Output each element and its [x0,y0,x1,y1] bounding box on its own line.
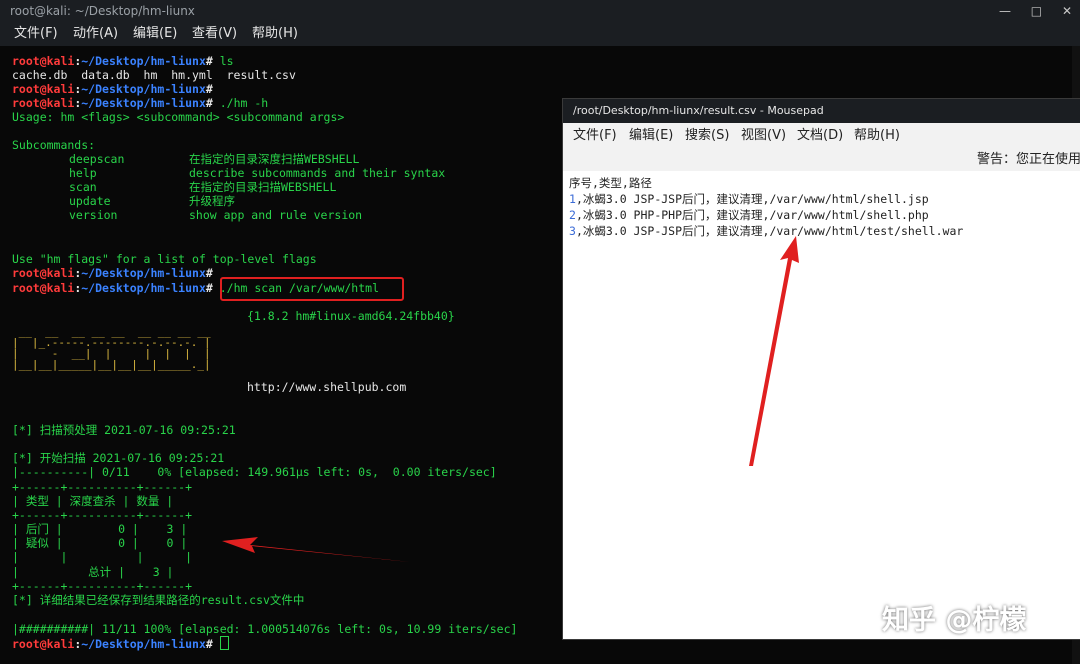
line-text: ,冰蝎3.0 JSP-JSP后门，建议清理,/var/www/html/test… [575,224,964,238]
csv-header-line: 序号,类型,路径 [569,175,652,191]
table-row: | 后门 | 0 | 3 | [12,522,188,536]
prompt-symbol: # [205,266,213,280]
line-number: 2 [569,208,576,222]
line-number: 1 [569,192,576,206]
command-text: ./hm -h [219,96,269,110]
menu-file[interactable]: 文件(F) [14,22,58,46]
table-border: +------+----------+------+ [12,579,193,593]
table-border: +------+----------+------+ [12,480,193,494]
subcommand-desc: 升级程序 [189,194,235,208]
mousepad-menubar: 文件(F) 编辑(E) 搜索(S) 视图(V) 文档(D) 帮助(H) [563,123,1080,149]
prompt-symbol: # [205,637,213,651]
mp-menu-document[interactable]: 文档(D) [797,123,843,149]
prompt-line: root@kali:~/Desktop/hm-liunx# ls [12,54,234,68]
close-icon[interactable]: ✕ [1062,4,1072,18]
mp-menu-search[interactable]: 搜索(S) [685,123,729,149]
prompt-user: root@kali [12,54,75,68]
prompt-path: ~/Desktop/hm-liunx [81,281,206,295]
terminal-menubar: 文件(F) 动作(A) 编辑(E) 查看(V) 帮助(H) [0,22,1080,46]
prompt-line: root@kali:~/Desktop/hm-liunx# [12,82,213,96]
usage-line: Usage: hm <flags> <subcommand> <subcomma… [12,110,345,124]
line-text: ,冰蝎3.0 PHP-PHP后门，建议清理,/var/www/html/shel… [575,208,929,222]
prompt-line: root@kali:~/Desktop/hm-liunx# ./hm -h [12,96,269,110]
prompt-user: root@kali [12,96,75,110]
prompt-user: root@kali [12,266,75,280]
warning-infobar: 警告：您正在使用 [563,149,1080,171]
subcommand-name: update [69,194,111,208]
prompt-symbol: # [205,54,213,68]
mousepad-window: /root/Desktop/hm-liunx/result.csv - Mous… [562,98,1080,640]
menu-view[interactable]: 查看(V) [192,22,237,46]
mp-menu-help[interactable]: 帮助(H) [854,123,900,149]
progress-start: |----------| 0/11 0% [elapsed: 149.961µs… [12,465,497,479]
window-controls: — □ ✕ [983,0,1072,22]
terminal-titlebar: root@kali: ~/Desktop/hm-liunx — □ ✕ [0,0,1080,22]
prompt-user: root@kali [12,637,75,651]
mousepad-titlebar: /root/Desktop/hm-liunx/result.csv - Mous… [563,99,1080,123]
prompt-path: ~/Desktop/hm-liunx [81,96,206,110]
hm-ascii-logo: __ __ __ __ __ __ __ __ __ | |_.-----.--… [12,325,211,371]
shellpub-url: http://www.shellpub.com [247,380,407,394]
csv-line: 1,冰蝎3.0 JSP-JSP后门，建议清理,/var/www/html/she… [569,191,929,207]
zhihu-watermark: 知乎 @柠檬 [882,605,1027,636]
line-text: ,冰蝎3.0 JSP-JSP后门，建议清理,/var/www/html/shel… [575,192,929,206]
version-line: {1.8.2 hm#linux-amd64.24fbb40} [247,309,455,323]
command-highlight-box [220,277,404,301]
mp-menu-edit[interactable]: 编辑(E) [629,123,673,149]
menu-help[interactable]: 帮助(H) [252,22,298,46]
mousepad-title: /root/Desktop/hm-liunx/result.csv - Mous… [573,104,824,117]
table-row: | 疑似 | 0 | 0 | [12,536,188,550]
subcommand-name: help [69,166,97,180]
mp-menu-file[interactable]: 文件(F) [573,123,617,149]
subcommand-desc: describe subcommands and their syntax [189,166,446,180]
preprocess-line: [*] 扫描预处理 2021-07-16 09:25:21 [12,423,236,437]
table-header: | 类型 | 深度查杀 | 数量 | [12,494,174,508]
prompt-line: root@kali:~/Desktop/hm-liunx# [12,636,229,651]
subcommand-name: deepscan [69,152,125,166]
prompt-path: ~/Desktop/hm-liunx [81,266,206,280]
subcommand-desc: 在指定的目录深度扫描WEBSHELL [189,152,360,166]
subcommand-desc: show app and rule version [189,208,363,222]
minimize-icon[interactable]: — [999,4,1011,18]
subcommands-header: Subcommands: [12,138,96,152]
command-text: ls [219,54,234,68]
csv-line: 2,冰蝎3.0 PHP-PHP后门，建议清理,/var/www/html/she… [569,207,929,223]
menu-action[interactable]: 动作(A) [73,22,118,46]
mp-menu-view[interactable]: 视图(V) [741,123,786,149]
prompt-symbol: # [205,281,213,295]
line-text: 序号,类型,路径 [569,176,652,190]
table-border: +------+----------+------+ [12,508,193,522]
subcommand-name: scan [69,180,97,194]
prompt-user: root@kali [12,281,75,295]
prompt-user: root@kali [12,82,75,96]
table-total-row: | 总计 | 3 | [12,565,174,579]
progress-end: |##########| 11/11 100% [elapsed: 1.0005… [12,622,518,636]
prompt-path: ~/Desktop/hm-liunx [81,54,206,68]
subcommand-desc: 在指定的目录扫描WEBSHELL [189,180,337,194]
line-number: 3 [569,224,576,238]
flags-hint: Use "hm flags" for a list of top-level f… [12,252,317,266]
start-line: [*] 开始扫描 2021-07-16 09:25:21 [12,451,225,465]
maximize-icon[interactable]: □ [1031,4,1042,18]
csv-line: 3,冰蝎3.0 JSP-JSP后门，建议清理,/var/www/html/tes… [569,223,963,239]
table-blank-row: | | | | [12,550,193,564]
saved-line: [*] 详细结果已经保存到结果路径的result.csv文件中 [12,593,305,607]
terminal-title: root@kali: ~/Desktop/hm-liunx [10,4,195,18]
prompt-symbol: # [205,96,213,110]
terminal-cursor [219,636,229,650]
text-editor[interactable]: 序号,类型,路径 1,冰蝎3.0 JSP-JSP后门，建议清理,/var/www… [563,171,1080,639]
prompt-line: root@kali:~/Desktop/hm-liunx# [12,266,213,280]
ls-output: cache.db data.db hm hm.yml result.csv [12,68,296,82]
prompt-symbol: # [205,82,213,96]
prompt-path: ~/Desktop/hm-liunx [81,82,206,96]
subcommand-name: version [69,208,118,222]
menu-edit[interactable]: 编辑(E) [133,22,177,46]
prompt-path: ~/Desktop/hm-liunx [81,637,206,651]
